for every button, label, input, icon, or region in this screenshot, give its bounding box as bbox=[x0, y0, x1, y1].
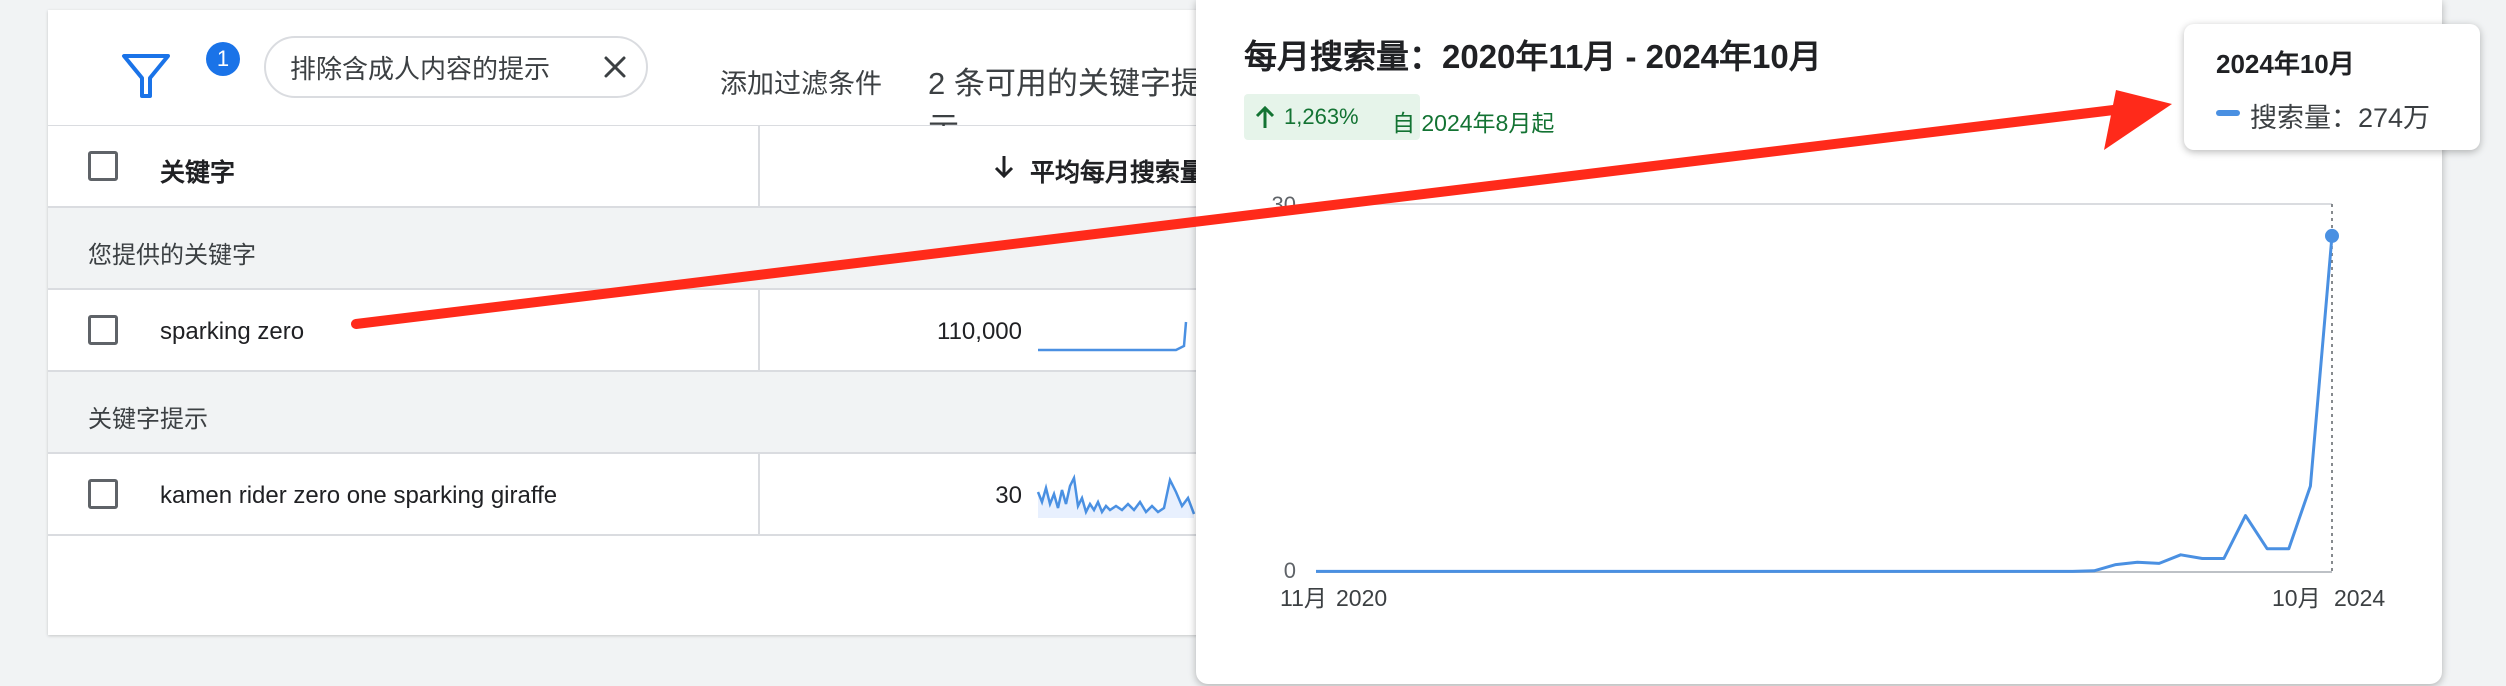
annotation-arrow-shaft bbox=[351, 103, 2135, 329]
annotation-arrow-head bbox=[2104, 90, 2172, 150]
annotation-overlay bbox=[351, 90, 2172, 329]
